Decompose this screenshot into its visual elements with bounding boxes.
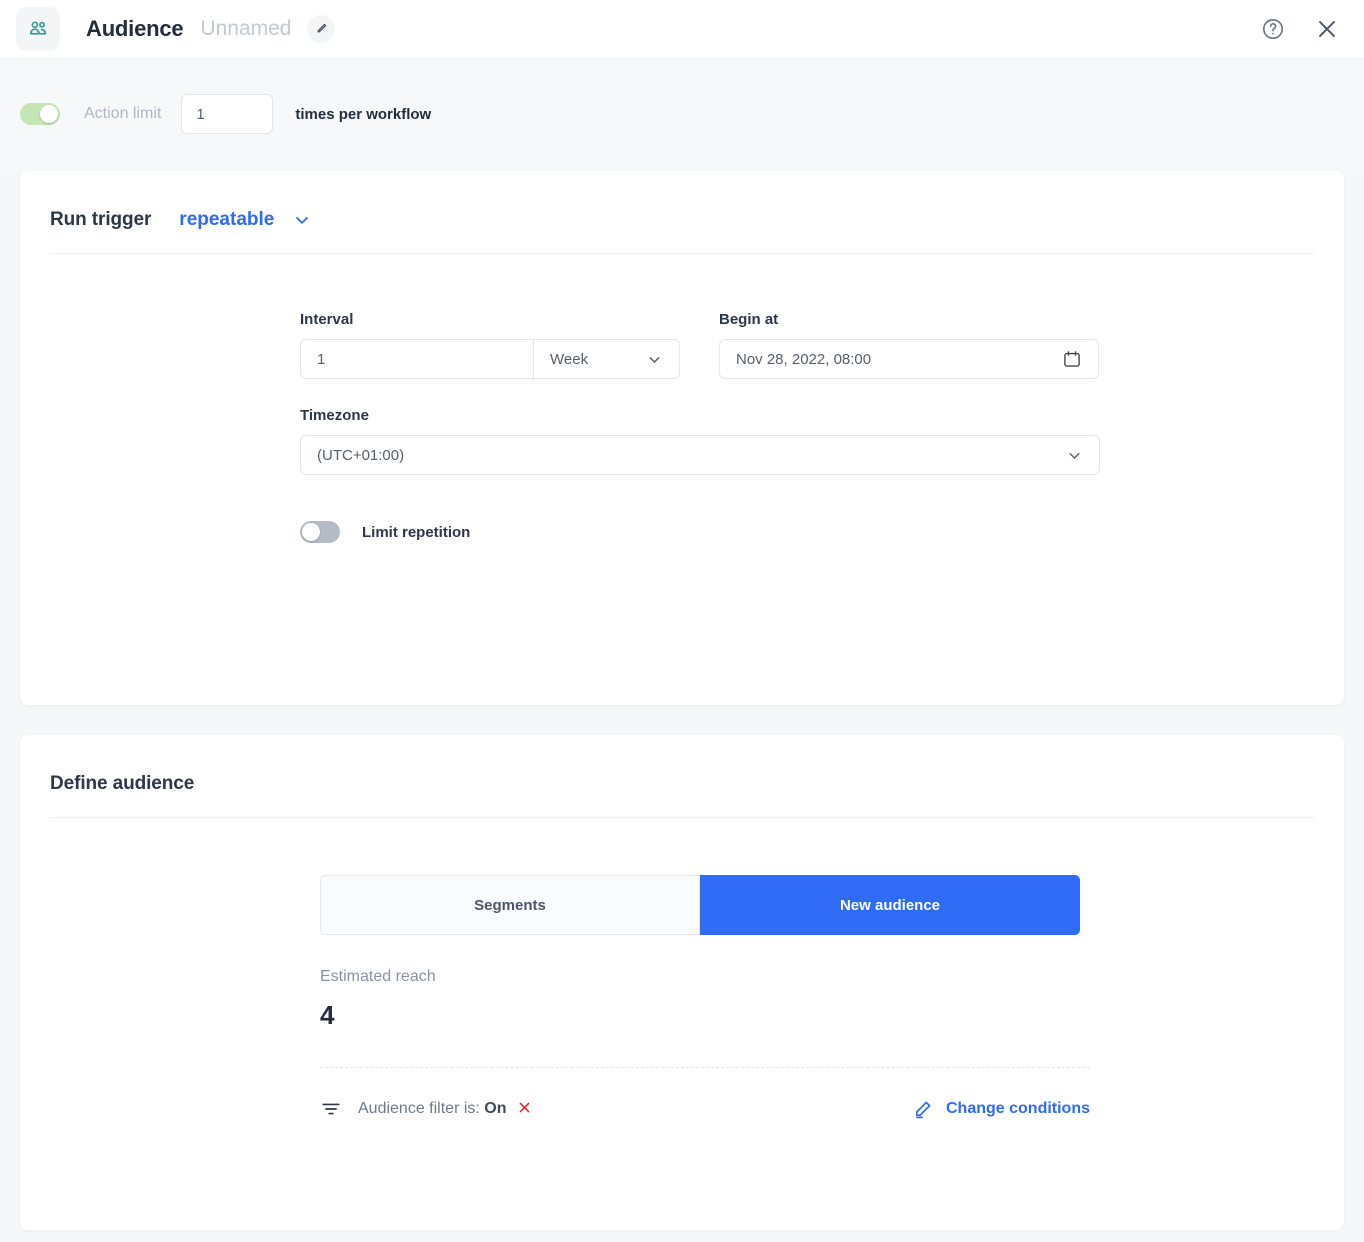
help-button[interactable] [1256, 12, 1290, 46]
timezone-label: Timezone [300, 407, 1100, 424]
begin-at-field-group: Begin at Nov 28, 2022, 08:00 [719, 311, 1099, 379]
tab-segments[interactable]: Segments [320, 875, 700, 935]
change-conditions-button[interactable]: Change conditions [912, 1099, 1090, 1120]
estimated-reach-value: 4 [320, 1000, 1344, 1031]
help-circle-icon [1261, 17, 1285, 41]
panel-header: Audience Unnamed [0, 0, 1364, 57]
run-trigger-value[interactable]: repeatable [179, 209, 274, 231]
audience-app-icon [16, 7, 60, 51]
rename-button[interactable] [307, 15, 335, 43]
chevron-down-icon [646, 351, 663, 368]
action-limit-input[interactable] [181, 94, 273, 134]
toggle-knob [40, 105, 58, 123]
define-audience-header: Define audience [20, 735, 1344, 795]
close-button[interactable] [1310, 12, 1344, 46]
chevron-down-icon [1066, 447, 1083, 464]
action-limit-suffix: times per workflow [295, 106, 431, 123]
begin-at-value: Nov 28, 2022, 08:00 [736, 351, 871, 368]
interval-combo: Week [300, 339, 680, 379]
begin-at-input[interactable]: Nov 28, 2022, 08:00 [719, 339, 1099, 379]
audience-filter-state: On [484, 1100, 506, 1117]
filter-icon [320, 1098, 342, 1120]
workflow-name: Unnamed [200, 17, 291, 41]
interval-input[interactable] [301, 340, 533, 378]
run-trigger-card: Run trigger repeatable Interval Week [20, 171, 1344, 705]
action-limit-label: Action limit [84, 105, 161, 123]
interval-label: Interval [300, 311, 680, 328]
chevron-down-icon [292, 210, 312, 230]
begin-at-label: Begin at [719, 311, 1099, 328]
timezone-field-group: Timezone (UTC+01:00) [300, 407, 1100, 475]
interval-field-group: Interval Week [300, 311, 680, 379]
audience-filter-row: Audience filter is: On Change conditions [320, 1098, 1090, 1120]
interval-unit-value: Week [550, 351, 588, 368]
limit-repetition-toggle[interactable] [300, 521, 340, 543]
limit-repetition-label: Limit repetition [362, 524, 470, 541]
calendar-icon [1062, 349, 1082, 369]
audience-filter-text: Audience filter is: On [358, 1100, 507, 1118]
close-icon [517, 1100, 532, 1115]
define-audience-title: Define audience [50, 773, 194, 795]
action-limit-bar: Action limit times per workflow [0, 57, 1364, 171]
run-trigger-dropdown-toggle[interactable] [292, 210, 312, 230]
limit-repetition-row: Limit repetition [300, 521, 1344, 543]
define-audience-card: Define audience Segments New audience Es… [20, 735, 1344, 1230]
run-trigger-form: Interval Week Begin at Nov [20, 254, 1344, 543]
close-icon [1314, 16, 1340, 42]
define-audience-body: Segments New audience Estimated reach 4 … [20, 818, 1344, 1120]
interval-begin-row: Interval Week Begin at Nov [300, 311, 1344, 379]
tab-new-audience[interactable]: New audience [700, 875, 1080, 935]
toggle-knob [302, 523, 320, 541]
audience-divider-dashed [320, 1067, 1090, 1068]
timezone-value: (UTC+01:00) [317, 447, 404, 464]
run-trigger-title: Run trigger [50, 209, 151, 231]
interval-unit-select[interactable]: Week [533, 340, 679, 378]
audience-filter-prefix: Audience filter is: [358, 1100, 480, 1117]
timezone-select[interactable]: (UTC+01:00) [300, 435, 1100, 475]
audience-settings-panel: Audience Unnamed Action limit time [0, 0, 1364, 1242]
change-conditions-label: Change conditions [946, 1100, 1090, 1118]
audience-filter-remove-button[interactable] [517, 1100, 532, 1118]
audience-source-tabs: Segments New audience [320, 875, 1080, 935]
page-title: Audience [86, 16, 183, 42]
run-trigger-header: Run trigger repeatable [20, 171, 1344, 231]
estimated-reach-label: Estimated reach [320, 968, 1344, 986]
action-limit-toggle[interactable] [20, 103, 60, 125]
pencil-icon [912, 1099, 933, 1120]
pencil-icon [315, 22, 328, 35]
